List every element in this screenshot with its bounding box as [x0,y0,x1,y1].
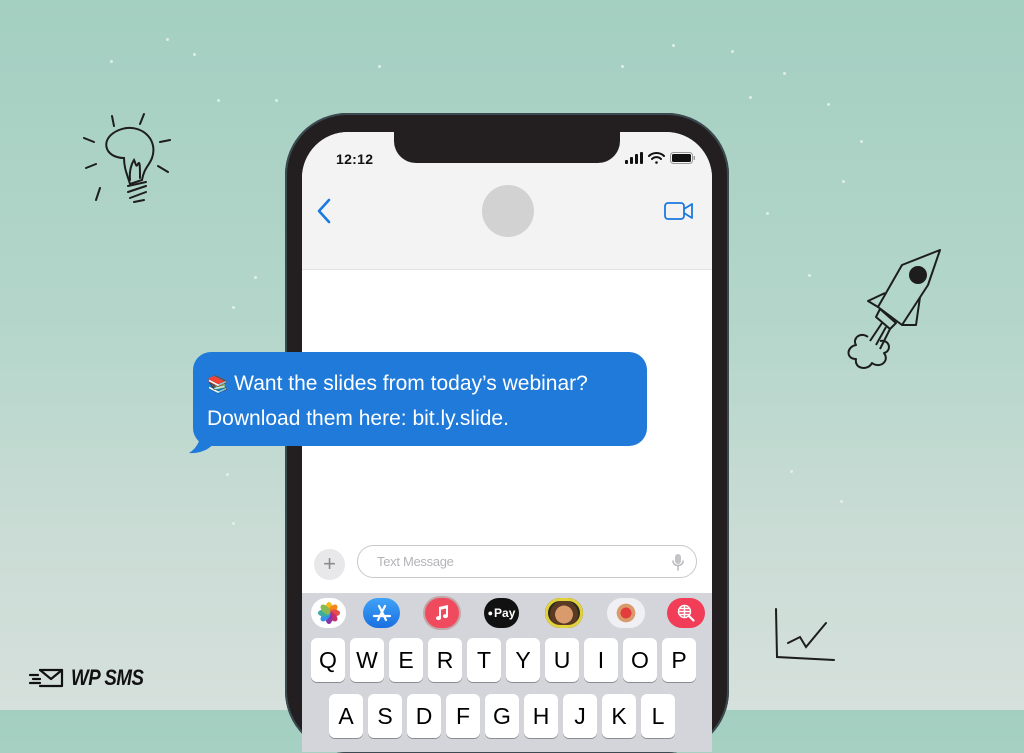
key-g[interactable]: G [485,694,519,738]
music-app-button[interactable] [425,598,459,628]
message-composer: + Text Message [302,537,712,593]
wifi-icon [648,152,665,164]
photos-icon [317,602,340,624]
key-l[interactable]: L [641,694,675,738]
text-message-placeholder: Text Message [377,554,454,569]
key-u[interactable]: U [545,638,579,682]
globe-search-icon [677,604,695,622]
rocket-icon [847,249,941,369]
key-j[interactable]: J [563,694,597,738]
microphone-icon[interactable] [672,553,684,571]
video-call-button[interactable] [664,201,694,226]
key-f[interactable]: F [446,694,480,738]
video-camera-icon [664,202,693,220]
chevron-left-icon [317,198,331,224]
books-emoji-icon: 📚 [207,375,229,394]
signal-icon [625,152,643,164]
web-search-button[interactable] [667,598,705,628]
key-k[interactable]: K [602,694,636,738]
message-line-1: 📚 Want the slides from today’s webinar? [207,367,633,402]
lightbulb-icon [83,113,171,203]
keyboard-area: ● Pay Q W E R T Y U I O P A S D F G H J … [302,593,712,752]
key-r[interactable]: R [428,638,462,682]
key-i[interactable]: I [584,638,618,682]
key-y[interactable]: Y [506,638,540,682]
apple-pay-label: Pay [494,606,516,620]
apple-pay-button[interactable]: ● Pay [484,598,519,628]
text-message-input[interactable]: Text Message [357,545,697,578]
memoji-button[interactable] [545,598,583,628]
key-e[interactable]: E [389,638,423,682]
phone-notch [394,132,620,163]
chart-growth-icon [775,608,835,661]
keyboard-row-2: A S D F G H J K L [329,694,675,738]
back-button[interactable] [316,198,332,229]
apple-logo-icon: ● [487,608,494,618]
animoji-stickers-button[interactable] [607,598,645,628]
key-w[interactable]: W [350,638,384,682]
status-time: 12:12 [336,151,374,167]
key-t[interactable]: T [467,638,501,682]
key-h[interactable]: H [524,694,558,738]
add-attachment-button[interactable]: + [314,549,345,580]
music-note-icon [436,605,449,621]
brand-logo: WP SMS [28,665,156,691]
message-text-line-1: Want the slides from today’s webinar? [234,372,588,395]
key-d[interactable]: D [407,694,441,738]
contact-avatar[interactable] [482,185,534,237]
key-p[interactable]: P [662,638,696,682]
key-s[interactable]: S [368,694,402,738]
fast-mail-icon [28,668,64,688]
key-q[interactable]: Q [311,638,345,682]
keyboard-row-1: Q W E R T Y U I O P [311,638,696,682]
app-store-button[interactable] [363,598,400,628]
message-text-line-2: Download them here: bit.ly.slide. [207,407,509,430]
photos-app-button[interactable] [311,598,346,628]
app-store-icon [372,604,391,622]
message-bubble: 📚 Want the slides from today’s webinar? D… [193,352,647,446]
key-a[interactable]: A [329,694,363,738]
brand-name: WP SMS [71,665,144,690]
battery-icon [670,152,695,164]
conversation-header: 12:12 [302,132,712,270]
imessage-app-tray: ● Pay [302,598,712,632]
key-o[interactable]: O [623,638,657,682]
status-icons [625,152,696,164]
